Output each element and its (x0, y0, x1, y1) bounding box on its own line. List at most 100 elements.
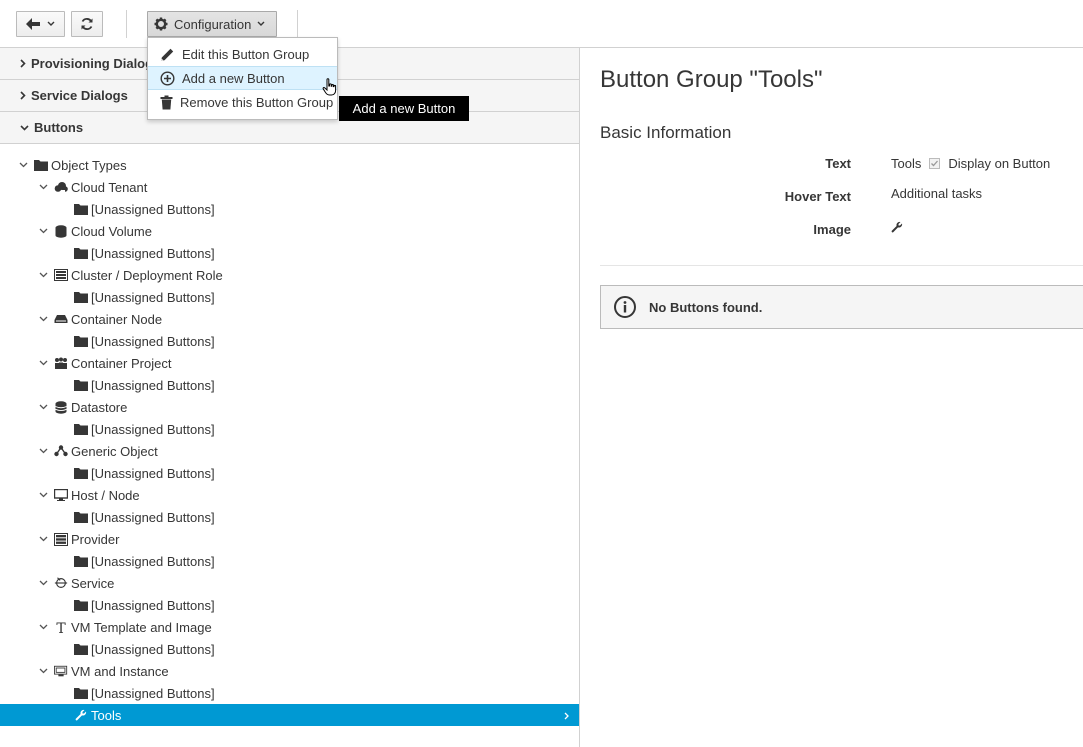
hover-text-value: Additional tasks (891, 186, 983, 201)
tree-node-object-type[interactable]: Cloud Volume (0, 220, 579, 242)
tree-node-label: Object Types (51, 158, 127, 173)
tree-node-object-type[interactable]: Cluster / Deployment Role (0, 264, 579, 286)
refresh-button[interactable] (71, 11, 103, 37)
template-icon: T (54, 620, 68, 634)
tree-node-object-type[interactable]: Host / Node (0, 484, 579, 506)
tree-node-object-type[interactable]: Container Project (0, 352, 579, 374)
tree-node-object-type[interactable]: Provider (0, 528, 579, 550)
tree-node-unassigned-buttons[interactable]: [Unassigned Buttons] (0, 242, 579, 264)
tree-node-unassigned-buttons[interactable]: [Unassigned Buttons] (0, 198, 579, 220)
tree-node-label: [Unassigned Buttons] (91, 466, 215, 481)
cluster-icon (54, 268, 68, 282)
accordion-label: Buttons (34, 120, 84, 135)
configuration-menu: Edit this Button Group Add a new Button … (147, 37, 338, 120)
trash-icon (158, 95, 174, 110)
tree-node-unassigned-buttons[interactable]: [Unassigned Buttons] (0, 638, 579, 660)
tree-node-object-types[interactable]: Object Types (0, 154, 579, 176)
tree-node-object-type[interactable]: Container Node (0, 308, 579, 330)
tree-node-label: [Unassigned Buttons] (91, 554, 215, 569)
folder-icon (74, 422, 88, 436)
folder-icon (74, 510, 88, 524)
vm-icon (54, 664, 68, 678)
menu-item-label: Remove this Button Group (180, 94, 334, 110)
folder-icon (74, 598, 88, 612)
pencil-icon (158, 47, 176, 62)
tree-node-label: [Unassigned Buttons] (91, 422, 215, 437)
tree-node-unassigned-buttons[interactable]: [Unassigned Buttons] (0, 418, 579, 440)
menu-item-edit-button-group[interactable]: Edit this Button Group (148, 42, 337, 66)
accordion-label: Service Dialogs (31, 88, 128, 103)
chevron-down-icon (47, 21, 55, 27)
tree-node-label: Container Project (71, 356, 172, 371)
tree-node-unassigned-buttons[interactable]: [Unassigned Buttons] (0, 286, 579, 308)
alert-message: No Buttons found. (649, 299, 763, 315)
tree-node-label: Cluster / Deployment Role (71, 268, 223, 283)
tree-node-unassigned-buttons[interactable]: [Unassigned Buttons] (0, 330, 579, 352)
chevron-down-icon[interactable] (39, 448, 49, 458)
chevron-down-icon[interactable] (39, 404, 49, 414)
menu-item-remove-button-group[interactable]: Remove this Button Group (148, 90, 337, 114)
wrench-icon (74, 708, 88, 722)
tree-node-unassigned-buttons[interactable]: [Unassigned Buttons] (0, 682, 579, 704)
chevron-down-icon[interactable] (39, 624, 49, 634)
tree-node-label: Provider (71, 532, 120, 547)
tree-node-tools[interactable]: Tools (0, 704, 579, 726)
hand-pointer-icon (322, 78, 338, 96)
back-button[interactable] (16, 11, 65, 37)
configuration-button-label: Configuration (174, 16, 252, 32)
folder-icon (34, 158, 48, 172)
tree-node-label: Datastore (71, 400, 128, 415)
tree-node-label: Cloud Tenant (71, 180, 148, 195)
no-buttons-alert: No Buttons found. (600, 285, 1083, 329)
wrench-icon (891, 221, 903, 233)
chevron-down-icon[interactable] (39, 272, 49, 282)
tree-node-label: [Unassigned Buttons] (91, 378, 215, 393)
tree-node-object-type[interactable]: VM and Instance (0, 660, 579, 682)
tree-node-unassigned-buttons[interactable]: [Unassigned Buttons] (0, 550, 579, 572)
folder-icon (74, 290, 88, 304)
tree-node-unassigned-buttons[interactable]: [Unassigned Buttons] (0, 462, 579, 484)
tree-node-label: [Unassigned Buttons] (91, 598, 215, 613)
tree-node-object-type[interactable]: Generic Object (0, 440, 579, 462)
text-value: Tools (891, 156, 922, 171)
tree-node-object-type[interactable]: Service (0, 572, 579, 594)
image-label: Image (813, 222, 851, 237)
chevron-down-icon[interactable] (39, 360, 49, 370)
tree-node-object-type[interactable]: Cloud Tenant (0, 176, 579, 198)
tree-node-object-type[interactable]: T VM Template and Image (0, 616, 579, 638)
menu-item-label: Add a new Button (182, 70, 285, 86)
tree-node-unassigned-buttons[interactable]: [Unassigned Buttons] (0, 594, 579, 616)
chevron-down-icon[interactable] (39, 316, 49, 326)
tree-node-label: Host / Node (71, 488, 140, 503)
tree-node-label: Container Node (71, 312, 163, 327)
chevron-down-icon[interactable] (39, 536, 49, 546)
tree-node-label: Service (71, 576, 115, 591)
section-title: Basic Information (600, 123, 732, 142)
divider (600, 265, 1083, 266)
folder-icon (74, 466, 88, 480)
display-on-button-checkbox[interactable] (929, 158, 941, 169)
chevron-down-icon (257, 21, 265, 27)
chevron-down-icon[interactable] (39, 184, 49, 194)
refresh-icon (80, 17, 94, 31)
cloud-tenant-icon (54, 180, 68, 194)
datastore-icon (54, 400, 68, 414)
folder-icon (74, 554, 88, 568)
tree-node-label: [Unassigned Buttons] (91, 334, 215, 349)
tree-node-label: [Unassigned Buttons] (91, 642, 215, 657)
menu-item-add-button[interactable]: Add a new Button (148, 66, 337, 90)
tree-node-object-type[interactable]: Datastore (0, 396, 579, 418)
tree-node-unassigned-buttons[interactable]: [Unassigned Buttons] (0, 374, 579, 396)
chevron-down-icon[interactable] (39, 668, 49, 678)
container-project-icon (54, 356, 68, 370)
chevron-down-icon[interactable] (39, 580, 49, 590)
configuration-button[interactable]: Configuration (147, 11, 277, 37)
chevron-down-icon[interactable] (19, 162, 29, 172)
host-icon (54, 488, 68, 502)
tree-node-unassigned-buttons[interactable]: [Unassigned Buttons] (0, 506, 579, 528)
menu-item-label: Edit this Button Group (182, 46, 310, 62)
chevron-down-icon[interactable] (39, 492, 49, 502)
svg-text:T: T (56, 621, 66, 634)
folder-icon (74, 378, 88, 392)
chevron-down-icon[interactable] (39, 228, 49, 238)
